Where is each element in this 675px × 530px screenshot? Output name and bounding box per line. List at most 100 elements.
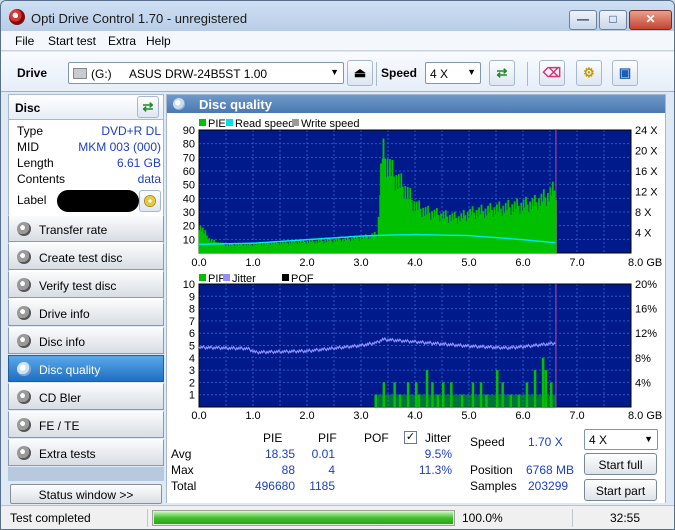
status-divider: [147, 509, 148, 527]
x-tick-label: 3.0: [353, 257, 368, 269]
toolbar-separator: [376, 62, 377, 86]
test-speed-select[interactable]: 4 X ▼: [584, 429, 658, 450]
nav-disc-info[interactable]: Disc info: [8, 327, 164, 354]
y-left-tick-label: 40: [183, 193, 195, 205]
disc-value: MKM 003 (000): [78, 140, 161, 154]
x-tick-label: 2.0: [299, 410, 314, 422]
y-left-tick-label: 30: [183, 207, 195, 219]
y-left-tick-label: 80: [183, 139, 195, 151]
legend-label: PIF: [208, 273, 225, 285]
nav-label: Create test disc: [39, 251, 123, 265]
x-tick-label: 7.0: [569, 257, 584, 269]
minimize-icon: —: [577, 12, 589, 26]
floppy-disk-icon: ▣: [618, 65, 632, 80]
minimize-button[interactable]: —: [569, 10, 597, 30]
x-tick-label: 8.0 GB: [628, 257, 662, 269]
window-title: Opti Drive Control 1.70 - unregistered: [31, 11, 248, 26]
y-left-tick-label: 50: [183, 180, 195, 192]
x-tick-label: 4.0: [407, 410, 422, 422]
nav-label: Verify test disc: [39, 279, 117, 293]
y-left-tick-label: 4: [189, 353, 195, 365]
nav-extra-tests[interactable]: Extra tests: [8, 439, 164, 466]
nav-disc-quality[interactable]: Disc quality: [8, 355, 164, 382]
chevron-down-icon: ▼: [330, 67, 339, 77]
stats-header-pif: PIF: [318, 431, 337, 445]
start-part-button[interactable]: Start part: [584, 479, 657, 501]
x-tick-label: 7.0: [569, 410, 584, 422]
legend-label: PIE: [208, 118, 226, 130]
disc-icon: [17, 278, 31, 292]
gears-icon: ⚙: [583, 65, 595, 80]
status-divider: [572, 509, 573, 527]
legend-swatch: [199, 119, 206, 126]
close-button[interactable]: ✕: [629, 10, 672, 30]
stats-label-avg: Avg: [171, 447, 192, 461]
disc-key: Length: [17, 156, 54, 170]
y-left-tick-label: 9: [189, 291, 195, 303]
y-right-tick-label: 4 X: [635, 228, 652, 240]
charts: 90 80 70 60 50 40 30 20 10 24 X 20 X 16 X 12 X8 X4 X…: [167, 114, 665, 424]
nav-create-test-disc[interactable]: Create test disc: [8, 243, 164, 270]
y-left-tick-label: 2: [189, 377, 195, 389]
label-edit-button[interactable]: [139, 190, 161, 212]
settings-button[interactable]: ⚙: [576, 60, 602, 86]
speed-select[interactable]: 4 X ▼: [425, 62, 481, 84]
y-left-tick-label: 6: [189, 328, 195, 340]
maximize-icon: □: [609, 12, 617, 26]
legend-label: Read speed: [235, 118, 294, 130]
stats-avg-pie: 18.35: [264, 447, 295, 461]
nav-verify-test-disc[interactable]: Verify test disc: [8, 271, 164, 298]
y-right-tick-label: 8%: [635, 353, 651, 365]
nav-drive-info[interactable]: Drive info: [8, 299, 164, 326]
speed-select-value: 4 X: [430, 67, 449, 81]
nav-cd-bler[interactable]: CD Bler: [8, 383, 164, 410]
stats-panel: PIE PIF POF ✓ Jitter Avg 18.35 0.01 9.5%…: [167, 425, 665, 503]
nav-transfer-rate[interactable]: Transfer rate: [8, 215, 164, 242]
samples-value: 203299: [528, 479, 569, 493]
disc-row-length: Length 6.61 GB: [17, 156, 161, 172]
speed-label: Speed: [381, 66, 418, 80]
menu-help[interactable]: Help: [146, 34, 171, 48]
eject-button[interactable]: ⏏: [347, 60, 373, 86]
samples-label: Samples: [470, 479, 517, 493]
jitter-checkbox[interactable]: ✓: [404, 431, 417, 444]
y-left-tick-label: 10: [183, 234, 195, 246]
y-right-tick-label: 8 X: [635, 207, 652, 219]
legend-swatch: [223, 274, 230, 281]
disc-icon: [17, 418, 31, 432]
save-button[interactable]: ▣: [612, 60, 638, 86]
menu-extra[interactable]: Extra: [108, 34, 136, 48]
progress-fill: [154, 512, 453, 524]
progress-label: 100.0%: [462, 511, 503, 525]
x-tick-label: 3.0: [353, 410, 368, 422]
stats-total-pie: 496680: [254, 479, 295, 493]
elapsed-time: 32:55: [610, 511, 641, 525]
drive-label: Drive: [17, 66, 48, 80]
disc-key: Contents: [17, 172, 66, 186]
refresh-speed-button[interactable]: ⇄: [489, 60, 515, 86]
status-window-button[interactable]: Status window >>: [10, 484, 162, 504]
disc-row-contents: Contents data: [17, 172, 161, 188]
app-window: Opti Drive Control 1.70 - unregistered —…: [0, 0, 675, 530]
y-left-tick-label: 5: [189, 341, 195, 353]
y-left-tick-label: 1: [189, 390, 195, 402]
nav-label: Disc info: [39, 335, 86, 349]
start-full-button[interactable]: Start full: [584, 453, 657, 475]
close-icon: ✕: [645, 12, 656, 26]
menu-file[interactable]: File: [15, 34, 34, 48]
maximize-button[interactable]: □: [599, 10, 627, 30]
disc-icon: [17, 250, 31, 264]
nav-label: CD Bler: [39, 391, 82, 405]
nav-fe-te[interactable]: FE / TE: [8, 411, 164, 438]
drive-select[interactable]: (G:) ASUS DRW-24B5ST 1.00 ▼: [68, 62, 344, 84]
redacted-label: [57, 190, 139, 212]
disc-refresh-button[interactable]: ⇄: [137, 96, 159, 118]
drive-icon: [73, 68, 87, 79]
panel-title: Disc quality: [199, 97, 272, 112]
speed-value: 1.70 X: [528, 435, 563, 449]
menu-start-test[interactable]: Start test: [48, 34, 96, 48]
eraser-icon: ⌫: [542, 65, 562, 80]
erase-button[interactable]: ⌫: [539, 60, 565, 86]
nav-label: FE / TE: [39, 419, 80, 433]
stats-avg-jitter: 9.5%: [424, 447, 452, 461]
